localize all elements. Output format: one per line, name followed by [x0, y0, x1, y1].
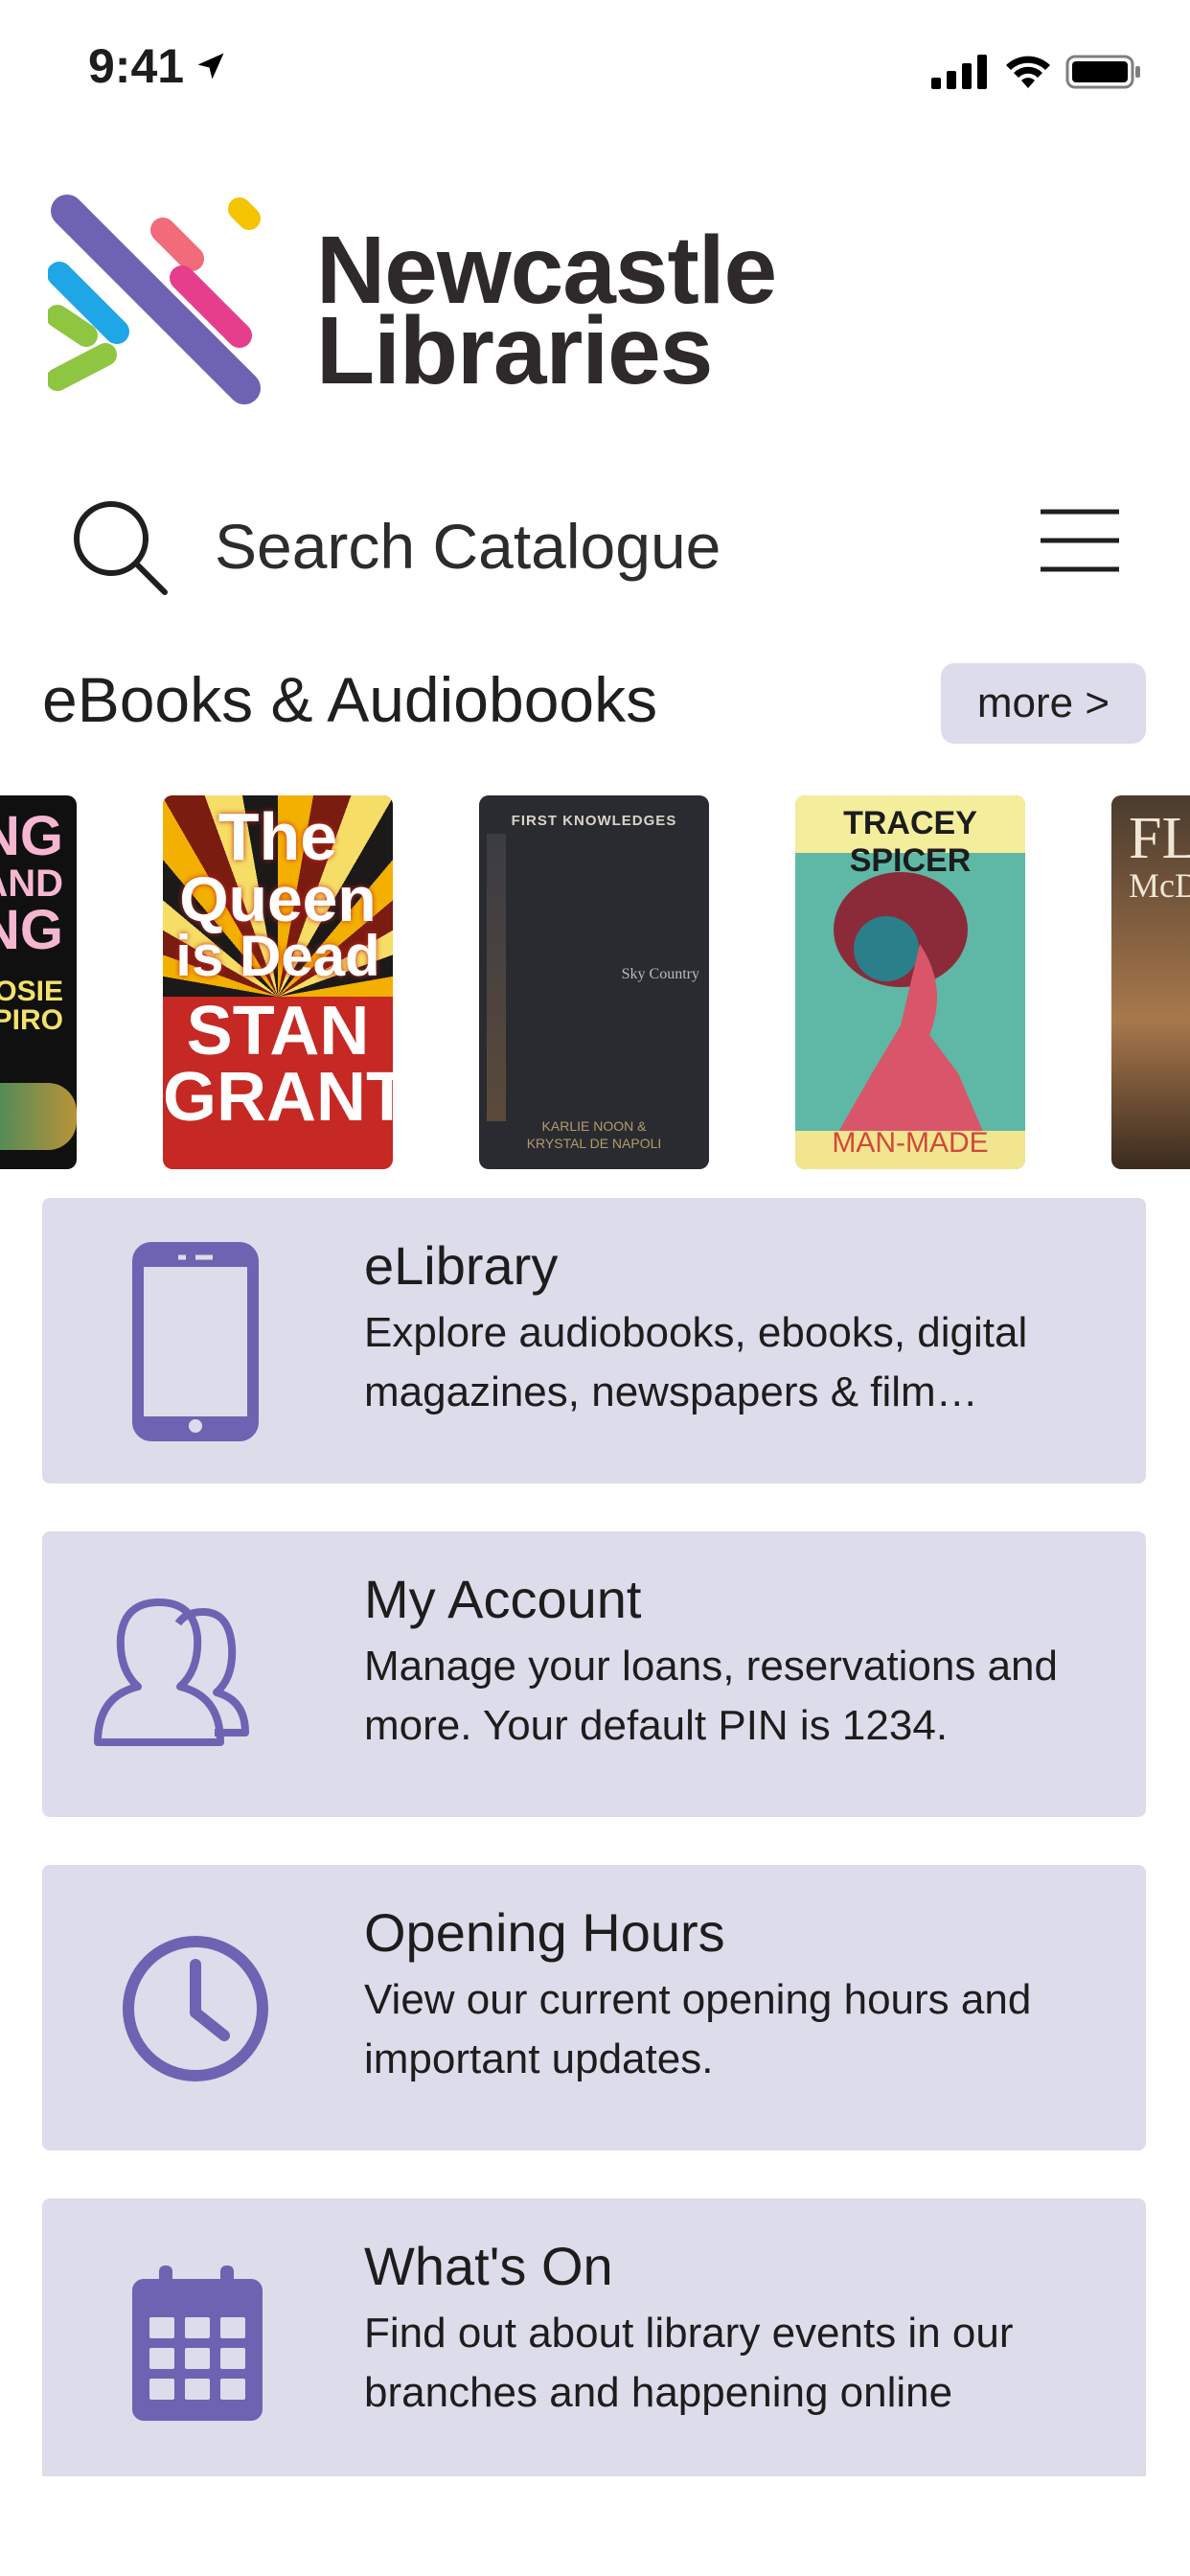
book-cover-art: [487, 834, 506, 1121]
book-cover-text: The Queen is Dead STAN GRANT: [163, 799, 393, 1136]
card-title: eLibrary: [364, 1235, 559, 1296]
book-cover[interactable]: The Queen is Dead STAN GRANT: [163, 795, 393, 1169]
card-my-account[interactable]: My Account Manage your loans, reservatio…: [42, 1531, 1146, 1817]
card-title: My Account: [364, 1569, 642, 1629]
clock-icon: [123, 1936, 268, 2082]
book-cover-text: FIRST KNOWLEDGES: [511, 813, 677, 829]
status-time: 9:41: [88, 39, 185, 93]
signal-icon: [931, 55, 987, 89]
logo-line-2: Libraries: [316, 297, 713, 404]
status-indicators: [931, 53, 1142, 91]
wifi-icon: [1006, 56, 1050, 88]
book-cover[interactable]: FL McD: [1111, 795, 1190, 1169]
hamburger-menu-icon[interactable]: [1037, 502, 1123, 579]
logo-wordmark: Newcastle Libraries: [316, 222, 777, 404]
card-title: What's On: [364, 2236, 613, 2296]
location-arrow-icon: [197, 53, 224, 80]
search-bar: [38, 479, 1152, 613]
card-whats-on[interactable]: What's On Find out about library events …: [42, 2198, 1146, 2476]
book-cover-art: [795, 872, 1025, 1169]
battery-icon: [1065, 55, 1140, 89]
status-bar: 9:41: [0, 0, 1190, 144]
book-cover[interactable]: ING UL AND ING JOSIE HAPIRO: [0, 795, 77, 1169]
phone-icon: [132, 1242, 259, 1441]
card-description: View our current opening hours and impor…: [364, 1976, 1032, 2082]
search-icon[interactable]: [67, 494, 172, 600]
card-description: Explore audiobooks, ebooks, digital maga…: [364, 1309, 1028, 1415]
book-cover-text: ING UL AND ING JOSIE HAPIRO: [0, 805, 63, 1036]
card-opening-hours[interactable]: Opening Hours View our current opening h…: [42, 1865, 1146, 2150]
card-description: Manage your loans, reservations and more…: [364, 1643, 1058, 1749]
book-cover-text: FL McD: [1129, 806, 1190, 905]
status-time-group: 9:41: [88, 38, 228, 94]
card-description: Find out about library events in our bra…: [364, 2310, 1014, 2416]
users-icon: [94, 1598, 249, 1746]
book-carousel[interactable]: ING UL AND ING JOSIE HAPIRO The Queen is…: [0, 795, 1190, 1169]
more-button[interactable]: more >: [941, 663, 1146, 744]
card-title: Opening Hours: [364, 1902, 725, 1963]
section-title: eBooks & Audiobooks: [42, 664, 658, 735]
logo-mark-icon: [48, 195, 261, 404]
book-cover[interactable]: FIRST KNOWLEDGES Sky Country KARLIE NOON…: [479, 795, 709, 1169]
book-cover[interactable]: TRACEY SPICER MAN-MADE: [795, 795, 1025, 1169]
calendar-icon: [132, 2266, 263, 2421]
search-input[interactable]: [215, 508, 962, 585]
card-elibrary[interactable]: eLibrary Explore audiobooks, ebooks, dig…: [42, 1198, 1146, 1484]
book-cover-art: [0, 1083, 77, 1150]
